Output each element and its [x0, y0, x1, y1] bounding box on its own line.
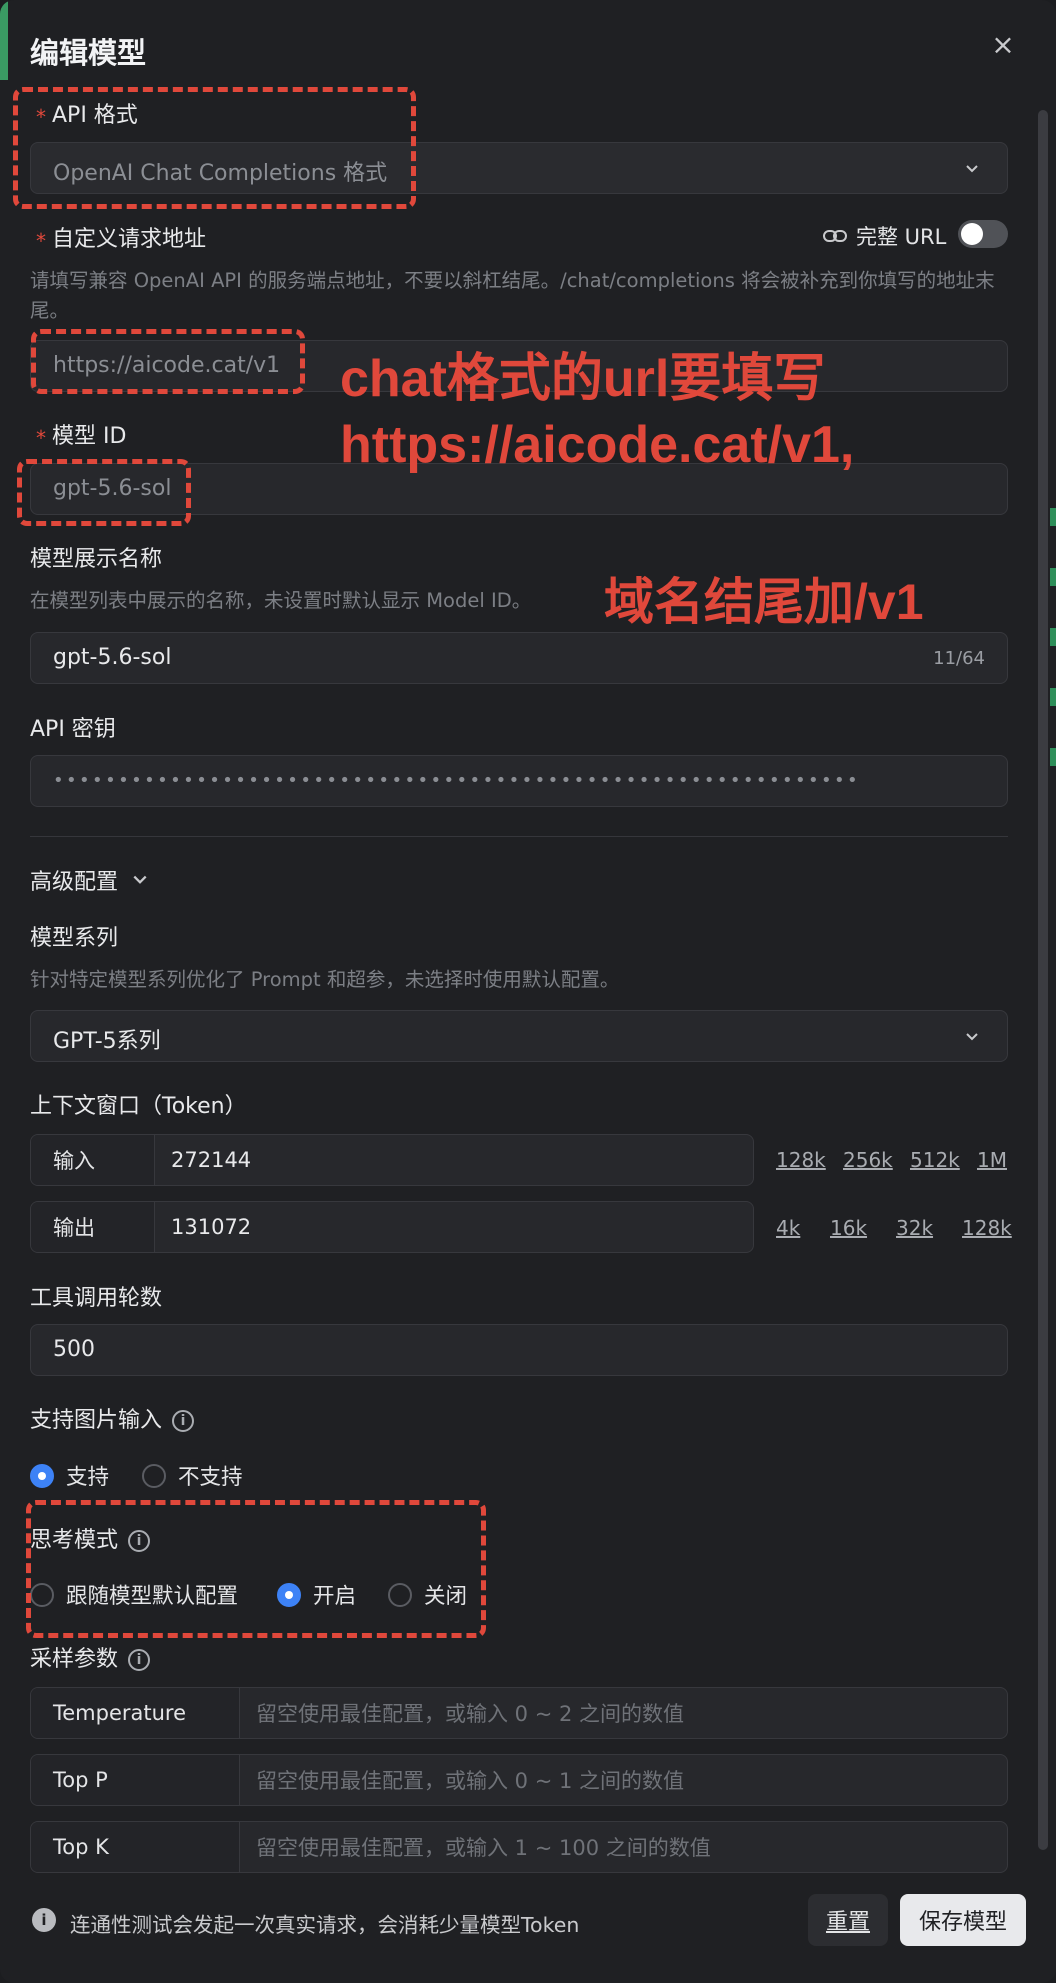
sampling-label: 采样参数 i — [30, 1641, 151, 1673]
full-url-toggle-group: 完整 URL — [822, 221, 946, 251]
save-model-button[interactable]: 保存模型 — [900, 1894, 1026, 1946]
close-icon[interactable]: × — [990, 31, 1016, 59]
info-icon[interactable]: i — [172, 1410, 195, 1432]
footer-note: 连通性测试会发起一次真实请求，会消耗少量模型Token — [70, 1913, 580, 1937]
full-url-toggle[interactable] — [958, 220, 1008, 248]
context-input-addon: 输入 — [31, 1135, 155, 1185]
radio-image-support[interactable]: 支持 — [30, 1460, 109, 1491]
annotation-text-3: 域名结尾加/v1 — [604, 574, 924, 630]
input-chip-128k[interactable]: 128k — [776, 1148, 826, 1172]
temperature-group: Temperature 留空使用最佳配置，或输入 0 ~ 2 之间的数值 — [30, 1687, 1008, 1739]
advanced-label: 高级配置 — [30, 870, 119, 895]
chevron-down-icon — [966, 1033, 978, 1041]
tool-rounds-input[interactable]: 500 — [30, 1324, 1008, 1376]
top-k-group: Top K 留空使用最佳配置，或输入 1 ~ 100 之间的数值 — [30, 1821, 1008, 1873]
full-url-label: 完整 URL — [856, 225, 947, 249]
top-p-addon: Top P — [31, 1755, 240, 1805]
context-input-field[interactable]: 272144 — [155, 1135, 753, 1185]
output-chip-4k[interactable]: 4k — [776, 1216, 800, 1240]
context-output-addon: 输出 — [31, 1202, 155, 1252]
image-input-label: 支持图片输入 i — [30, 1402, 195, 1434]
top-k-input[interactable]: 留空使用最佳配置，或输入 1 ~ 100 之间的数值 — [240, 1822, 1007, 1872]
annotation-box — [31, 329, 305, 394]
model-series-help: 针对特定模型系列优化了 Prompt 和超参，未选择时使用默认配置。 — [30, 968, 620, 991]
context-output-group: 输出 131072 — [30, 1201, 754, 1253]
tool-rounds-value: 500 — [53, 1337, 95, 1362]
link-icon — [823, 230, 847, 242]
model-series-label: 模型系列 — [30, 926, 119, 951]
tool-rounds-label: 工具调用轮数 — [30, 1286, 163, 1311]
model-series-value: GPT-5系列 — [53, 1029, 161, 1054]
top-p-group: Top P 留空使用最佳配置，或输入 0 ~ 1 之间的数值 — [30, 1754, 1008, 1806]
annotation-text-1: chat格式的url要填写 — [340, 350, 826, 408]
input-chip-1m[interactable]: 1M — [977, 1148, 1007, 1172]
annotation-box — [13, 87, 416, 209]
annotation-text-2: https://aicode.cat/v1, — [340, 416, 855, 474]
context-input-group: 输入 272144 — [30, 1134, 754, 1186]
background-edge — [1050, 568, 1056, 586]
display-name-value: gpt-5.6-sol — [53, 645, 172, 670]
api-key-value: ••••••••••••••••••••••••••••••••••••••••… — [53, 770, 861, 791]
info-icon[interactable]: i — [128, 1649, 151, 1671]
annotation-box — [17, 459, 191, 526]
reset-button[interactable]: 重置 — [808, 1894, 888, 1946]
radio-image-unsupport[interactable]: 不支持 — [142, 1460, 243, 1491]
radio-selected-icon — [30, 1463, 54, 1488]
api-key-label: API 密钥 — [30, 717, 116, 742]
display-name-help: 在模型列表中展示的名称，未设置时默认显示 Model ID。 — [30, 589, 532, 612]
chevron-down-icon — [133, 875, 147, 884]
model-id-label: * 模型 ID — [36, 424, 127, 450]
context-window-label: 上下文窗口（Token） — [30, 1094, 247, 1119]
top-k-addon: Top K — [31, 1822, 240, 1872]
background-edge — [1050, 748, 1056, 766]
background-edge — [1050, 628, 1056, 646]
background-edge — [0, 0, 8, 80]
edit-model-dialog: 编辑模型 × * API 格式 OpenAI Chat Completions 格… — [0, 0, 1056, 1983]
chevron-down-icon — [966, 165, 978, 173]
input-chip-512k[interactable]: 512k — [910, 1148, 960, 1172]
top-p-input[interactable]: 留空使用最佳配置，或输入 0 ~ 1 之间的数值 — [240, 1755, 1007, 1805]
annotation-box — [26, 1500, 486, 1638]
api-key-input[interactable]: ••••••••••••••••••••••••••••••••••••••••… — [30, 755, 1008, 807]
background-edge — [1050, 508, 1056, 526]
output-chip-128k[interactable]: 128k — [962, 1216, 1012, 1240]
scrollbar[interactable] — [1038, 110, 1048, 1850]
divider — [30, 836, 1008, 837]
temperature-addon: Temperature — [31, 1688, 240, 1738]
info-icon: i — [32, 1908, 56, 1932]
display-name-input[interactable]: gpt-5.6-sol 11/64 — [30, 632, 1008, 684]
custom-url-help: 请填写兼容 OpenAI API 的服务端点地址，不要以斜杠结尾。/chat/c… — [30, 269, 995, 322]
advanced-toggle[interactable]: 高级配置 — [30, 864, 148, 896]
input-chip-256k[interactable]: 256k — [843, 1148, 893, 1172]
temperature-input[interactable]: 留空使用最佳配置，或输入 0 ~ 2 之间的数值 — [240, 1688, 1007, 1738]
output-chip-32k[interactable]: 32k — [896, 1216, 933, 1240]
custom-url-label: * 自定义请求地址 — [36, 227, 207, 253]
char-count: 11/64 — [933, 648, 985, 669]
context-output-field[interactable]: 131072 — [155, 1202, 753, 1252]
output-chip-16k[interactable]: 16k — [830, 1216, 867, 1240]
radio-empty-icon — [142, 1463, 166, 1488]
background-edge — [1050, 688, 1056, 706]
model-series-select[interactable]: GPT-5系列 — [30, 1010, 1008, 1062]
display-name-label: 模型展示名称 — [30, 547, 163, 572]
dialog-title: 编辑模型 — [30, 36, 147, 70]
